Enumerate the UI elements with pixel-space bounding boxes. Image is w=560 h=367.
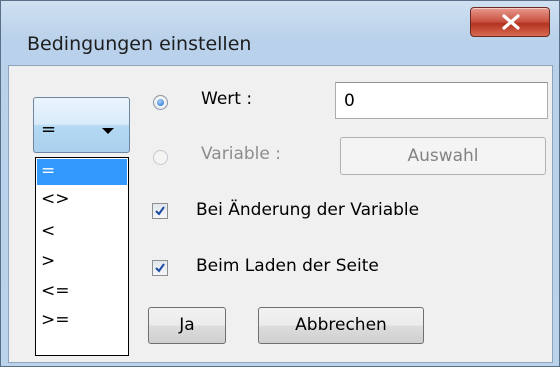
variable-label: Variable : xyxy=(201,144,281,164)
list-item[interactable]: = xyxy=(37,159,127,185)
wert-label: Wert : xyxy=(201,89,253,109)
window-title: Bedingungen einstellen xyxy=(27,33,252,55)
ja-button[interactable]: Ja xyxy=(148,307,226,344)
close-button[interactable] xyxy=(470,7,550,37)
list-item[interactable]: >= xyxy=(37,308,127,334)
wert-input[interactable] xyxy=(335,82,548,119)
change-checkbox-label: Bei Änderung der Variable xyxy=(196,200,420,220)
operator-dropdown[interactable]: = xyxy=(33,97,130,153)
wert-input-field[interactable] xyxy=(336,83,547,118)
abbrechen-button[interactable]: Abbrechen xyxy=(258,307,424,344)
operator-selected-value: = xyxy=(41,119,57,140)
list-item[interactable]: <= xyxy=(37,279,127,305)
checkmark-icon xyxy=(155,263,165,273)
load-checkbox-label: Beim Laden der Seite xyxy=(196,256,379,276)
radio-selected-dot xyxy=(157,99,164,106)
variable-radio[interactable] xyxy=(153,150,168,165)
checkmark-icon xyxy=(155,206,165,216)
load-checkbox[interactable] xyxy=(152,260,168,276)
close-icon xyxy=(502,14,520,30)
change-checkbox[interactable] xyxy=(152,203,168,219)
auswahl-button[interactable]: Auswahl xyxy=(340,137,546,175)
list-item[interactable]: > xyxy=(37,249,127,275)
operator-listbox[interactable]: = <> < > <= >= xyxy=(35,157,129,356)
chevron-down-icon[interactable] xyxy=(102,128,114,134)
list-item[interactable]: <> xyxy=(37,187,127,213)
wert-radio[interactable] xyxy=(153,95,168,110)
list-item[interactable]: < xyxy=(37,219,127,245)
